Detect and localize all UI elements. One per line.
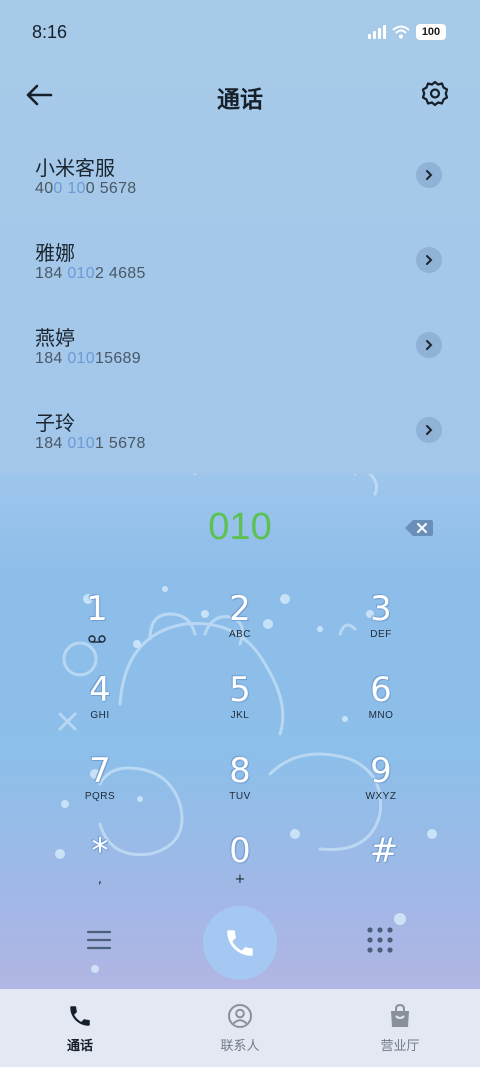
contact-number: 400 100 5678 [35, 180, 137, 197]
key-digit: 0 [229, 831, 251, 871]
contact-name: 小米客服 [35, 156, 115, 180]
key-digit: 2 [229, 589, 251, 629]
backspace-icon[interactable] [404, 518, 434, 538]
tab-label: 联系人 [220, 1039, 260, 1054]
person-icon [228, 1004, 252, 1028]
key-6[interactable]: 6 MNO [326, 671, 436, 741]
shopping-bag-icon [391, 1003, 409, 1027]
status-time: 8:16 [32, 22, 68, 42]
contact-number: 184 0102 4685 [35, 265, 146, 282]
chevron-right-icon [426, 340, 433, 350]
contact-item[interactable]: 小米客服 400 100 5678 [0, 132, 480, 217]
call-button[interactable] [203, 906, 277, 980]
contact-detail-button[interactable] [416, 247, 442, 273]
contact-item[interactable]: 子玲 184 0101 5678 [0, 387, 480, 472]
contact-number: 184 01015689 [35, 350, 141, 367]
contact-suggestion-list: 小米客服 400 100 5678 雅娜 184 0102 4685 燕婷 18… [0, 132, 480, 472]
contact-item[interactable]: 雅娜 184 0102 4685 [0, 217, 480, 302]
key-digit: 3 [370, 589, 392, 629]
contact-detail-button[interactable] [416, 162, 442, 188]
contact-detail-button[interactable] [416, 417, 442, 443]
status-icons: 100 [368, 24, 446, 40]
key-digit: 8 [229, 751, 251, 791]
battery-icon: 100 [416, 24, 446, 40]
key-digit: 5 [229, 670, 251, 710]
key-letters: DEF [370, 629, 392, 640]
key-8[interactable]: 8 TUV [185, 752, 295, 822]
key-digit: 7 [89, 751, 111, 791]
page-title: 通话 [217, 87, 263, 113]
key-letters: GHI [90, 710, 110, 721]
contact-item[interactable]: 燕婷 184 01015689 [0, 302, 480, 387]
key-5[interactable]: 5 JKL [185, 671, 295, 741]
header: 通话 [0, 70, 480, 120]
key-digit: 4 [89, 670, 111, 710]
key-hash[interactable]: # [329, 832, 439, 902]
key-digit: * [91, 831, 109, 871]
tab-calls[interactable]: 通话 [0, 989, 160, 1067]
contact-number: 184 0101 5678 [35, 435, 146, 452]
chevron-right-icon [426, 170, 433, 180]
phone-icon [70, 1006, 90, 1026]
tab-label: 营业厅 [380, 1039, 420, 1054]
key-9[interactable]: 9 WXYZ [326, 752, 436, 822]
phone-icon [227, 930, 253, 956]
contact-name: 雅娜 [35, 241, 75, 265]
chevron-right-icon [426, 255, 433, 265]
tab-label: 通话 [66, 1039, 93, 1054]
keypad-icon[interactable] [366, 926, 394, 954]
key-letters: JKL [230, 710, 250, 721]
key-letters: WXYZ [365, 791, 397, 802]
key-digit: # [369, 831, 399, 871]
key-3[interactable]: 3 DEF [326, 590, 436, 660]
key-symbol: + [234, 872, 246, 887]
key-0[interactable]: 0 + [185, 832, 295, 902]
chevron-right-icon [426, 425, 433, 435]
key-digit: 6 [370, 670, 392, 710]
key-letters: TUV [229, 791, 251, 802]
tab-contacts[interactable]: 联系人 [160, 989, 320, 1067]
key-4[interactable]: 4 GHI [45, 671, 155, 741]
key-2[interactable]: 2 ABC [185, 590, 295, 660]
key-letters: ABC [228, 629, 252, 640]
status-bar: 8:16 100 [0, 0, 480, 64]
voicemail-icon [88, 635, 106, 643]
key-digit: 9 [370, 751, 392, 791]
key-symbol: , [97, 872, 103, 887]
key-digit: 1 [86, 589, 108, 629]
bottom-tab-bar: 通话 联系人 营业厅 [0, 989, 480, 1067]
tab-service-hall[interactable]: 营业厅 [320, 989, 480, 1067]
contact-detail-button[interactable] [416, 332, 442, 358]
wifi-icon [392, 25, 410, 39]
key-letters: PQRS [84, 791, 116, 802]
signal-icon [368, 25, 386, 39]
key-star[interactable]: * , [45, 832, 155, 902]
key-7[interactable]: 7 PQRS [45, 752, 155, 822]
menu-icon[interactable] [86, 929, 112, 951]
key-letters: MNO [368, 710, 394, 721]
key-1[interactable]: 1 [42, 590, 152, 660]
settings-gear-icon[interactable] [420, 79, 450, 109]
dialer-controls [0, 904, 480, 984]
contact-name: 燕婷 [35, 326, 75, 350]
dialer-panel: 010 1 2 ABC 3 DEF 4 GHI 5 JKL 6 MNO 7 PQ… [0, 474, 480, 989]
contact-name: 子玲 [35, 411, 75, 435]
